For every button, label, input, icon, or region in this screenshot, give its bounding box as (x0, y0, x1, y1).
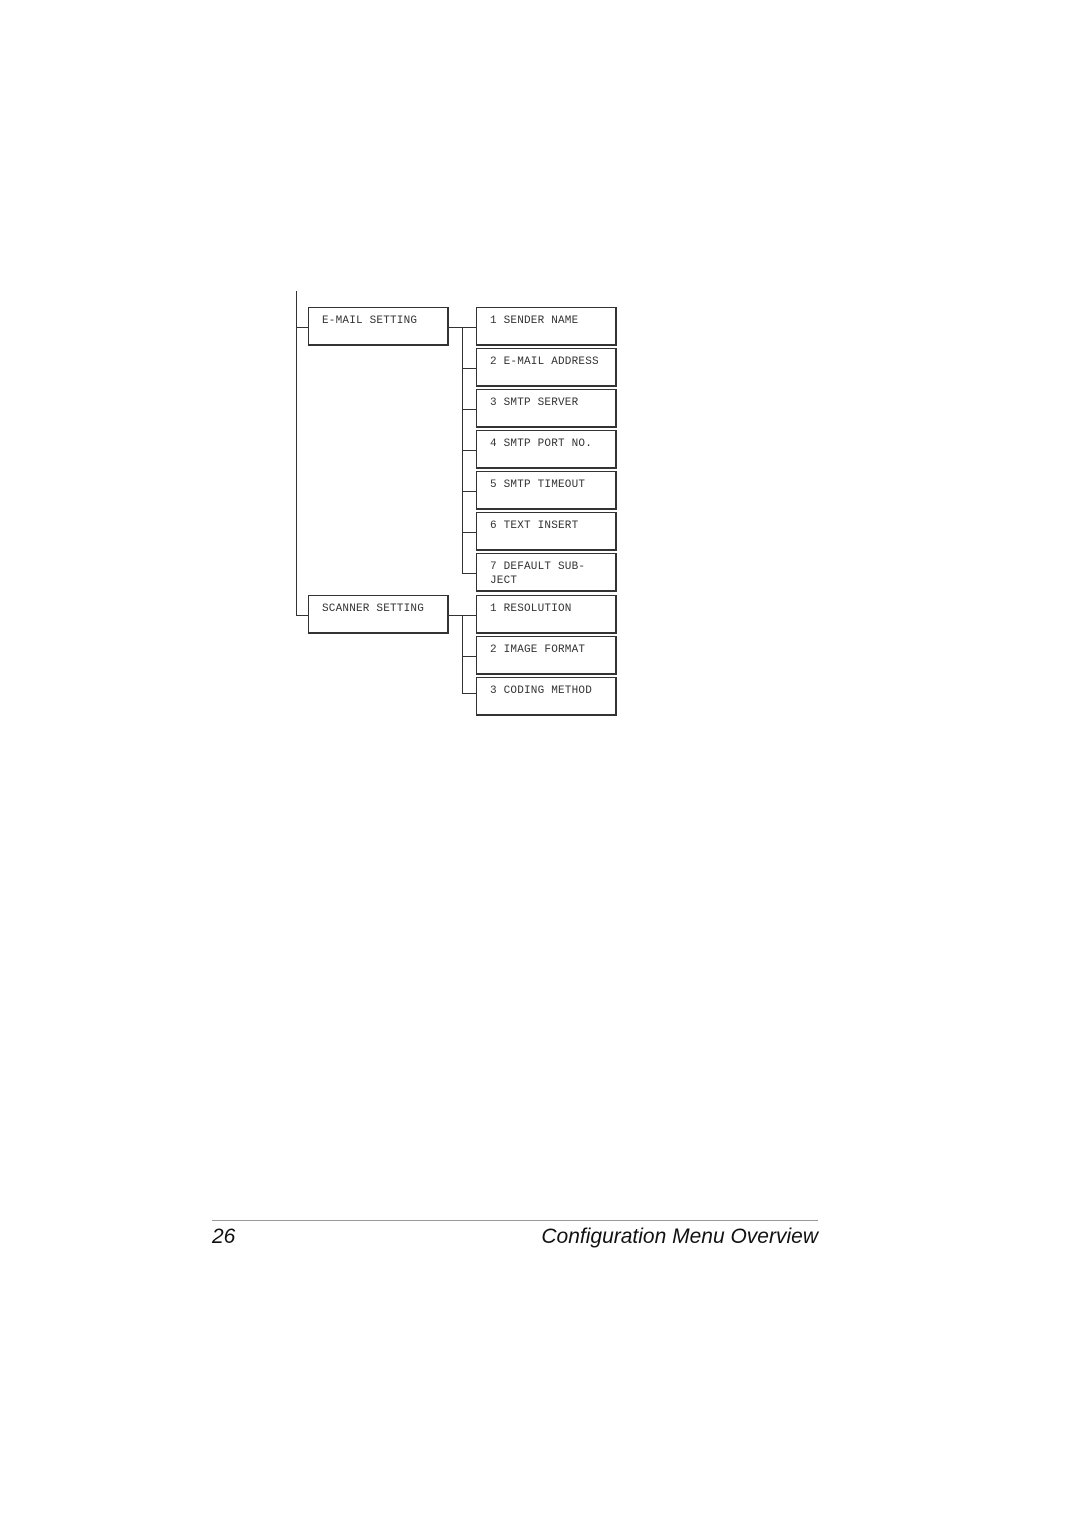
menu-item-label: 2 E-MAIL ADDRESS (490, 356, 599, 368)
scanner-connector (448, 615, 462, 616)
menu-item-email-address: 2 E-MAIL ADDRESS (476, 348, 617, 387)
menu-item-label: 7 DEFAULT SUB-JECT (490, 561, 586, 587)
item-connector (462, 450, 476, 451)
menu-item-smtp-timeout: 5 SMTP TIMEOUT (476, 471, 617, 510)
page-number: 26 (212, 1225, 236, 1248)
menu-item-sender-name: 1 SENDER NAME (476, 307, 617, 346)
footer-divider (212, 1220, 818, 1221)
item-connector (462, 656, 476, 657)
trunk-branch-scanner (296, 615, 308, 616)
menu-item-label: 3 CODING METHOD (490, 685, 593, 697)
item-connector (462, 615, 476, 616)
menu-item-image-format: 2 IMAGE FORMAT (476, 636, 617, 675)
item-connector (462, 327, 476, 328)
menu-item-resolution: 1 RESOLUTION (476, 595, 617, 634)
menu-node-email-setting: E-MAIL SETTING (308, 307, 449, 346)
menu-item-label: 1 RESOLUTION (490, 603, 572, 615)
item-connector (462, 532, 476, 533)
menu-item-label: 2 IMAGE FORMAT (490, 644, 586, 656)
menu-node-label: SCANNER SETTING (322, 603, 425, 615)
menu-item-label: 1 SENDER NAME (490, 315, 579, 327)
item-connector (462, 693, 476, 694)
trunk-branch-email (296, 327, 308, 328)
menu-node-scanner-setting: SCANNER SETTING (308, 595, 449, 634)
item-connector (462, 573, 476, 574)
menu-node-label: E-MAIL SETTING (322, 315, 418, 327)
menu-item-default-subject: 7 DEFAULT SUB-JECT (476, 553, 617, 592)
menu-item-label: 6 TEXT INSERT (490, 520, 579, 532)
menu-item-text-insert: 6 TEXT INSERT (476, 512, 617, 551)
menu-item-label: 4 SMTP PORT NO. (490, 438, 593, 450)
menu-item-label: 5 SMTP TIMEOUT (490, 479, 586, 491)
menu-item-coding-method: 3 CODING METHOD (476, 677, 617, 716)
menu-item-smtp-port: 4 SMTP PORT NO. (476, 430, 617, 469)
item-connector (462, 409, 476, 410)
email-connector (448, 327, 462, 328)
footer-section-title: Configuration Menu Overview (541, 1225, 818, 1248)
item-connector (462, 491, 476, 492)
tree-trunk-line (296, 291, 297, 616)
menu-item-label: 3 SMTP SERVER (490, 397, 579, 409)
item-connector (462, 368, 476, 369)
scanner-branch-line (462, 615, 463, 693)
menu-item-smtp-server: 3 SMTP SERVER (476, 389, 617, 428)
